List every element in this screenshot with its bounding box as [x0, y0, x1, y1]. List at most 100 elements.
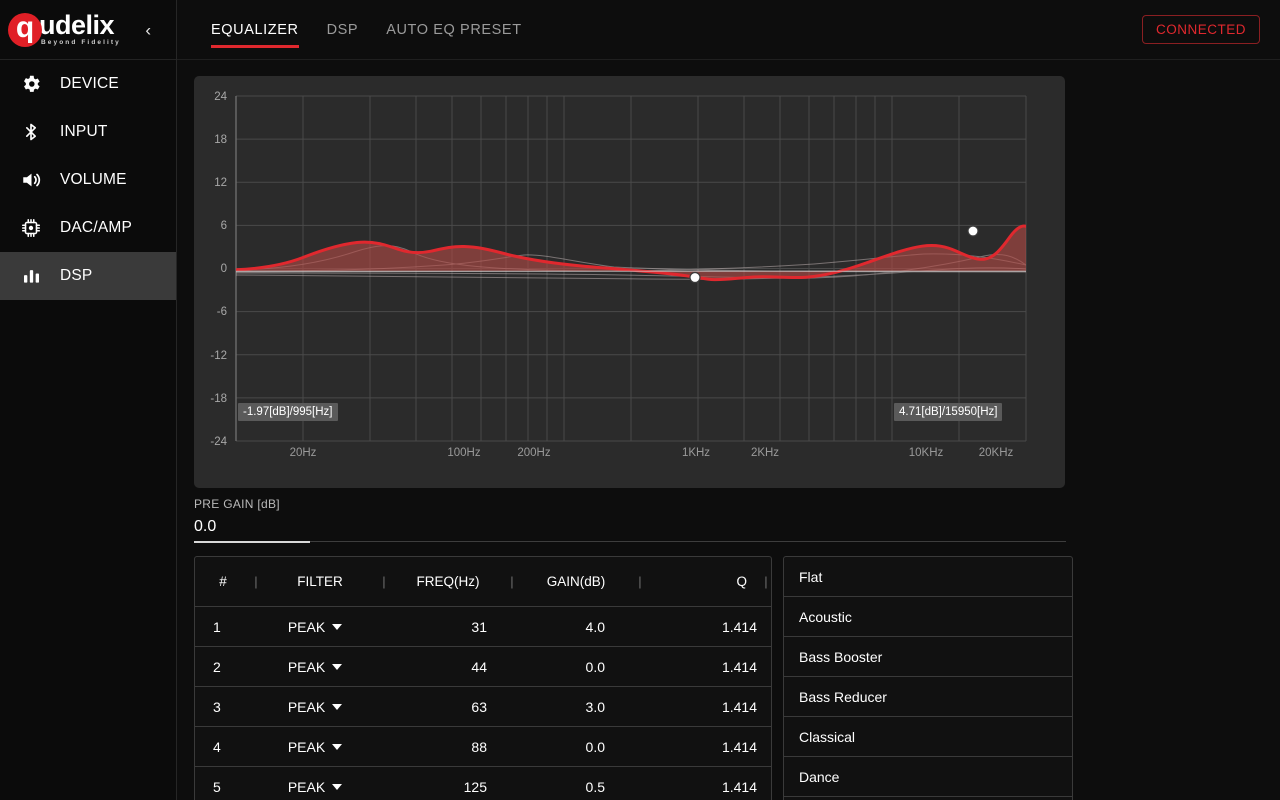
svg-text:20Hz: 20Hz [290, 447, 317, 459]
header-divider: | [510, 574, 514, 589]
chip-icon [16, 217, 46, 239]
preset-item-dance[interactable]: Dance [784, 757, 1072, 797]
column-header-gain: GAIN(dB) [546, 574, 606, 589]
svg-text:-24: -24 [210, 436, 227, 448]
cell-freq[interactable]: 125 [379, 779, 487, 795]
chart-x-ticklabels: 20Hz 100Hz 200Hz 1KHz 2KHz 10KHz 20KHz [290, 447, 1014, 459]
column-header-filter: FILTER [297, 574, 343, 589]
cell-gain[interactable]: 3.0 [487, 699, 605, 715]
app-root: q udelix Beyond Fidelity ‹ DEVICE INPUT … [0, 0, 1280, 800]
cell-filter-select[interactable]: PEAK [251, 779, 379, 795]
cell-q[interactable]: 1.414 [605, 779, 771, 795]
svg-text:2KHz: 2KHz [751, 447, 779, 459]
cell-num: 1 [213, 618, 221, 635]
cell-filter-label: PEAK [287, 738, 326, 755]
chevron-down-icon[interactable] [332, 623, 343, 630]
cell-filter-select[interactable]: PEAK [251, 619, 379, 635]
cell-gain[interactable]: 4.0 [487, 619, 605, 635]
cell-num: 5 [213, 778, 221, 795]
sidebar-nav: DEVICE INPUT VOLUME DAC/AMP DSP [0, 60, 176, 300]
sidebar-item-label: VOLUME [60, 171, 127, 188]
gear-icon [16, 73, 46, 95]
sidebar-item-label: DSP [60, 267, 93, 284]
svg-text:200Hz: 200Hz [517, 447, 550, 459]
preset-item-bass-reducer[interactable]: Bass Reducer [784, 677, 1072, 717]
svg-text:10KHz: 10KHz [909, 447, 944, 459]
content-area: 24 18 12 6 0 -6 -12 -18 -24 20Hz 100Hz 2… [177, 60, 1280, 800]
chevron-down-icon[interactable] [332, 783, 343, 790]
preset-item-bass-booster[interactable]: Bass Booster [784, 637, 1072, 677]
column-header-q: Q [736, 574, 747, 589]
preset-item-acoustic[interactable]: Acoustic [784, 597, 1072, 637]
sidebar-item-device[interactable]: DEVICE [0, 60, 176, 108]
table-row[interactable]: 5 PEAK 125 0.5 1.414 [195, 767, 771, 800]
cell-filter-select[interactable]: PEAK [251, 699, 379, 715]
sidebar-item-volume[interactable]: VOLUME [0, 156, 176, 204]
bottom-section: # | FILTER | FREQ(Hz) | GAIN(dB) | Q | 1 [194, 556, 1264, 800]
table-row[interactable]: 1 PEAK 31 4.0 1.414 [195, 607, 771, 647]
chevron-down-icon[interactable] [332, 703, 343, 710]
pre-gain-label: PRE GAIN [dB] [194, 497, 280, 511]
cell-filter-label: PEAK [287, 618, 326, 635]
table-row[interactable]: 4 PEAK 88 0.0 1.414 [195, 727, 771, 767]
preset-item-flat[interactable]: Flat [784, 557, 1072, 597]
status-badge-connected[interactable]: CONNECTED [1141, 15, 1260, 44]
chevron-down-icon[interactable] [332, 743, 343, 750]
pre-gain-slider[interactable] [194, 541, 1066, 543]
table-header-row: # | FILTER | FREQ(Hz) | GAIN(dB) | Q | [195, 557, 771, 607]
eq-handle-995hz[interactable] [689, 271, 701, 284]
sidebar-item-dacamp[interactable]: DAC/AMP [0, 204, 176, 252]
cell-freq[interactable]: 31 [379, 619, 487, 635]
table-row[interactable]: 3 PEAK 63 3.0 1.414 [195, 687, 771, 727]
eq-chart-panel[interactable]: 24 18 12 6 0 -6 -12 -18 -24 20Hz 100Hz 2… [194, 76, 1065, 488]
cell-filter-select[interactable]: PEAK [251, 659, 379, 675]
svg-text:0: 0 [221, 263, 227, 275]
eq-handle-15950hz[interactable] [967, 225, 979, 237]
preset-item-classical[interactable]: Classical [784, 717, 1072, 757]
cell-q[interactable]: 1.414 [605, 619, 771, 635]
header-divider: | [764, 574, 768, 589]
column-header-num: # [219, 574, 227, 589]
pre-gain-input[interactable]: 0.0 [194, 518, 1066, 536]
chevron-down-icon[interactable] [332, 663, 343, 670]
svg-text:-12: -12 [210, 350, 227, 362]
header-divider: | [638, 574, 642, 589]
eq-filter-table: # | FILTER | FREQ(Hz) | GAIN(dB) | Q | 1 [194, 556, 772, 800]
svg-text:100Hz: 100Hz [447, 447, 480, 459]
tab-auto-eq-preset[interactable]: AUTO EQ PRESET [372, 0, 535, 60]
cell-gain[interactable]: 0.0 [487, 659, 605, 675]
tab-dsp[interactable]: DSP [313, 0, 373, 60]
eq-response-chart[interactable]: 24 18 12 6 0 -6 -12 -18 -24 20Hz 100Hz 2… [194, 76, 1065, 488]
chevron-left-icon[interactable]: ‹ [145, 21, 151, 38]
svg-text:12: 12 [214, 177, 227, 189]
cell-q[interactable]: 1.414 [605, 739, 771, 755]
preset-list: Flat Acoustic Bass Booster Bass Reducer … [783, 556, 1073, 800]
cell-freq[interactable]: 88 [379, 739, 487, 755]
header-divider: | [382, 574, 386, 589]
pre-gain-section: PRE GAIN [dB] 0.0 [194, 497, 1066, 543]
chart-y-ticklabels: 24 18 12 6 0 -6 -12 -18 -24 [210, 91, 227, 448]
logo-tagline: Beyond Fidelity [41, 39, 121, 47]
header-divider: | [254, 574, 258, 589]
cell-filter-select[interactable]: PEAK [251, 739, 379, 755]
cell-gain[interactable]: 0.5 [487, 779, 605, 795]
cell-freq[interactable]: 44 [379, 659, 487, 675]
bars-icon [16, 266, 46, 286]
logo-name: udelix [39, 10, 115, 41]
table-row[interactable]: 2 PEAK 44 0.0 1.414 [195, 647, 771, 687]
cell-q[interactable]: 1.414 [605, 659, 771, 675]
cell-q[interactable]: 1.414 [605, 699, 771, 715]
cell-filter-label: PEAK [287, 658, 326, 675]
cell-freq[interactable]: 63 [379, 699, 487, 715]
tab-equalizer[interactable]: EQUALIZER [197, 0, 313, 60]
svg-text:-6: -6 [217, 306, 227, 318]
sidebar-item-dsp[interactable]: DSP [0, 252, 176, 300]
svg-text:-18: -18 [210, 393, 227, 405]
logo-circle-icon: q [8, 12, 42, 47]
cell-gain[interactable]: 0.0 [487, 739, 605, 755]
sidebar: q udelix Beyond Fidelity ‹ DEVICE INPUT … [0, 0, 177, 800]
svg-text:18: 18 [214, 134, 227, 146]
sidebar-item-input[interactable]: INPUT [0, 108, 176, 156]
cell-num: 3 [213, 698, 221, 715]
top-bar: EQUALIZER DSP AUTO EQ PRESET CONNECTED [177, 0, 1280, 60]
